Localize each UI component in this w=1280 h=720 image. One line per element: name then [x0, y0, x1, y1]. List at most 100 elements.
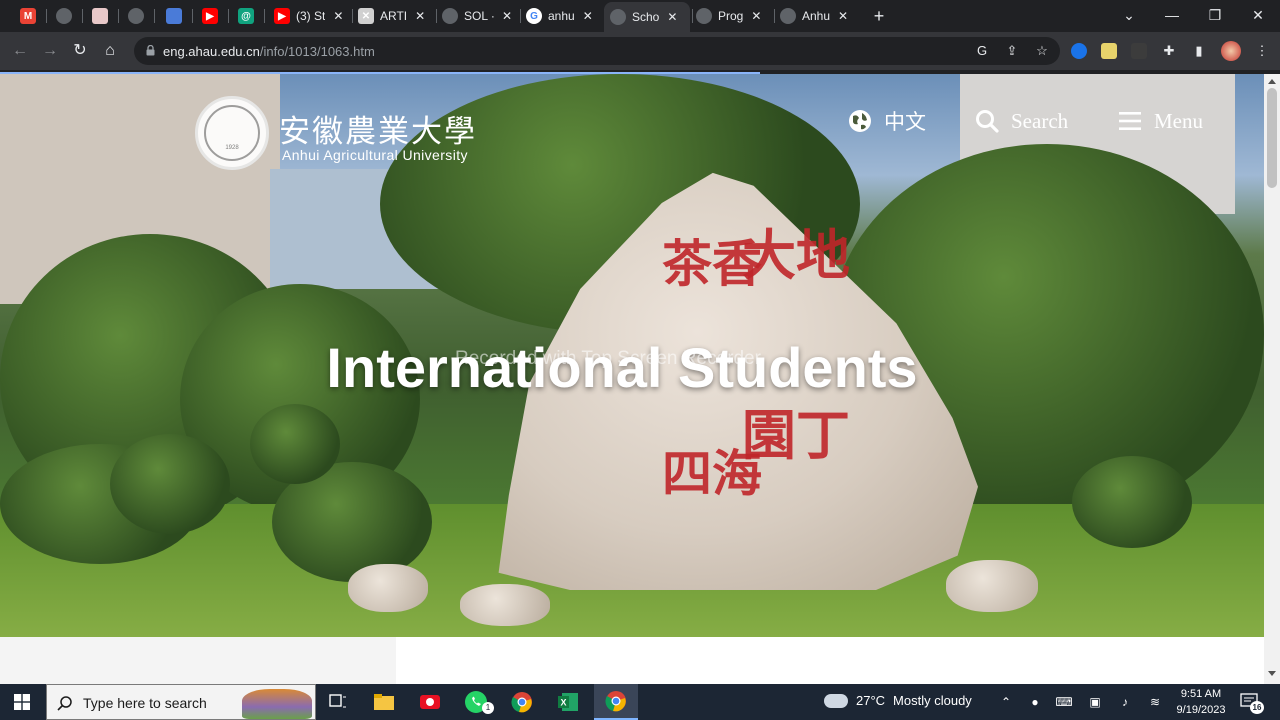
minimize-button[interactable]: — — [1160, 4, 1184, 26]
new-tab-button[interactable]: + — [870, 6, 888, 26]
chrome-icon[interactable] — [500, 684, 544, 720]
globe-icon — [696, 8, 712, 24]
reload-button[interactable]: ↻ — [69, 40, 91, 62]
whatsapp-icon[interactable]: 1 — [454, 684, 498, 720]
browser-tab[interactable]: ▶ (3) St ✕ — [268, 4, 350, 28]
start-button[interactable] — [0, 684, 44, 720]
hero-banner: 大地 園丁 茶香 四海 1928 安徽農業大學 Anhui Agricultur… — [0, 74, 1264, 637]
weather-temperature: 27°C — [856, 693, 886, 708]
small-stone — [460, 584, 550, 626]
notification-count-badge: 16 — [1250, 701, 1264, 714]
scrollbar-thumb[interactable] — [1267, 88, 1277, 188]
svg-text:X: X — [561, 698, 567, 708]
close-window-button[interactable]: ✕ — [1246, 4, 1270, 26]
tab-title: ARTI — [380, 9, 408, 23]
weather-widget[interactable]: 27°C Mostly cloudy — [824, 693, 972, 708]
taskbar-search-placeholder: Type here to search — [83, 695, 207, 711]
maximize-button[interactable]: ❐ — [1203, 4, 1227, 26]
share-icon[interactable]: ⇪ — [1004, 43, 1020, 59]
volume-icon[interactable]: ♪ — [1116, 693, 1134, 711]
file-explorer-icon[interactable] — [362, 684, 406, 720]
close-tab-icon[interactable]: ✕ — [667, 10, 677, 24]
extension-icon[interactable] — [1071, 43, 1087, 59]
excel-icon[interactable]: X — [546, 684, 590, 720]
search-button[interactable]: Search — [975, 106, 1068, 136]
chrome-menu-icon[interactable]: ⋮ — [1254, 43, 1270, 59]
scroll-down-arrow-icon[interactable] — [1268, 671, 1276, 676]
forward-button[interactable]: → — [39, 40, 61, 62]
close-tab-icon[interactable]: ✕ — [838, 9, 848, 23]
tab-search-icon[interactable]: ⌄ — [1117, 4, 1141, 26]
globe-icon — [128, 8, 144, 24]
search-label: Search — [1011, 108, 1069, 133]
tab-strip: M ▶ @ ▶ (3) St ✕ ✕ ARTI ✕ SOL · ✕ Ganhu ✕ Scho ✕ Prog ✕ A… — [0, 0, 1280, 32]
close-tab-icon[interactable]: ✕ — [583, 9, 593, 23]
close-tab-icon[interactable]: ✕ — [751, 9, 761, 23]
university-logo[interactable]: 1928 安徽農業大學 Anhui Agricultural Universit… — [195, 96, 495, 170]
browser-tab[interactable]: Scho ✕ — [604, 2, 690, 32]
globe-icon — [442, 8, 458, 24]
task-view-icon[interactable] — [316, 684, 360, 720]
close-tab-icon[interactable]: ✕ — [333, 9, 343, 23]
taskbar-search-box[interactable]: Type here to search — [46, 684, 316, 720]
tab-separator — [118, 9, 119, 23]
browser-tab[interactable]: Prog ✕ — [690, 4, 772, 28]
browser-tab[interactable] — [86, 4, 116, 28]
input-method-icon[interactable]: ⌨ — [1055, 693, 1073, 711]
globe-icon — [780, 8, 796, 24]
bookmark-star-icon[interactable]: ☆ — [1034, 43, 1050, 59]
google-lens-icon[interactable]: G — [974, 43, 990, 59]
language-label: 中文 — [884, 110, 926, 134]
browser-tab[interactable] — [160, 4, 190, 28]
browser-tab[interactable] — [50, 4, 80, 28]
content-sidebar-block — [0, 637, 396, 684]
browser-tab[interactable]: Anhu ✕ — [774, 4, 856, 28]
gmail-icon: M — [20, 8, 36, 24]
scroll-up-arrow-icon[interactable] — [1268, 79, 1276, 84]
menu-button[interactable]: Menu — [1118, 106, 1203, 136]
wifi-icon[interactable]: ≋ — [1146, 693, 1164, 711]
weather-description: Mostly cloudy — [893, 693, 972, 708]
browser-tab[interactable]: @ — [232, 4, 262, 28]
windows-taskbar: Type here to search 1 X 27°C Mostly clou… — [0, 684, 1280, 720]
small-stone — [348, 564, 428, 612]
show-hidden-icons-chevron-icon[interactable]: ⌃ — [997, 693, 1015, 711]
browser-tab[interactable]: M — [14, 4, 44, 28]
tab-separator — [46, 9, 47, 23]
globe-icon — [610, 9, 626, 25]
search-highlight-art — [242, 689, 312, 719]
address-bar[interactable]: eng.ahau.edu.cn/info/1013/1063.htm G ⇪ ☆ — [134, 37, 1060, 65]
browser-tab[interactable]: ✕ ARTI ✕ — [352, 4, 434, 28]
side-panel-icon[interactable]: ▮ — [1191, 43, 1207, 59]
doc-icon — [92, 8, 108, 24]
close-tab-icon[interactable]: ✕ — [502, 9, 512, 23]
youtube-icon: ▶ — [274, 8, 290, 24]
extensions-puzzle-icon[interactable]: ✚ — [1161, 43, 1177, 59]
system-clock[interactable]: 9:51 AM 9/19/2023 — [1170, 686, 1232, 718]
tab-title: Anhu — [802, 9, 831, 23]
tab-separator — [192, 9, 193, 23]
chrome-active-window-icon[interactable] — [594, 684, 638, 720]
browser-tab[interactable]: SOL · ✕ — [436, 4, 518, 28]
url-text: eng.ahau.edu.cn/info/1013/1063.htm — [163, 44, 375, 59]
screen-recorder-icon[interactable] — [408, 684, 452, 720]
microphone-icon[interactable]: ● — [1026, 693, 1044, 711]
extension-icon[interactable] — [1131, 43, 1147, 59]
meet-now-icon[interactable]: ▣ — [1086, 693, 1104, 711]
notification-center-icon[interactable]: 16 — [1240, 693, 1264, 714]
globe-icon — [849, 110, 871, 132]
google-icon: G — [526, 8, 542, 24]
browser-tab[interactable] — [122, 4, 152, 28]
language-switch[interactable]: 中文 — [848, 106, 926, 136]
web-page: 大地 園丁 茶香 四海 1928 安徽農業大學 Anhui Agricultur… — [0, 74, 1264, 684]
profile-avatar[interactable] — [1221, 41, 1241, 61]
close-tab-icon[interactable]: ✕ — [415, 9, 425, 23]
home-button[interactable]: ⌂ — [99, 40, 121, 62]
shrub — [250, 404, 340, 484]
extension-icon[interactable] — [1101, 43, 1117, 59]
back-button[interactable]: ← — [9, 40, 31, 62]
page-scrollbar[interactable] — [1264, 74, 1280, 684]
browser-tab[interactable]: ▶ — [196, 4, 226, 28]
cloud-icon — [824, 693, 848, 708]
browser-tab[interactable]: Ganhu ✕ — [520, 4, 602, 28]
